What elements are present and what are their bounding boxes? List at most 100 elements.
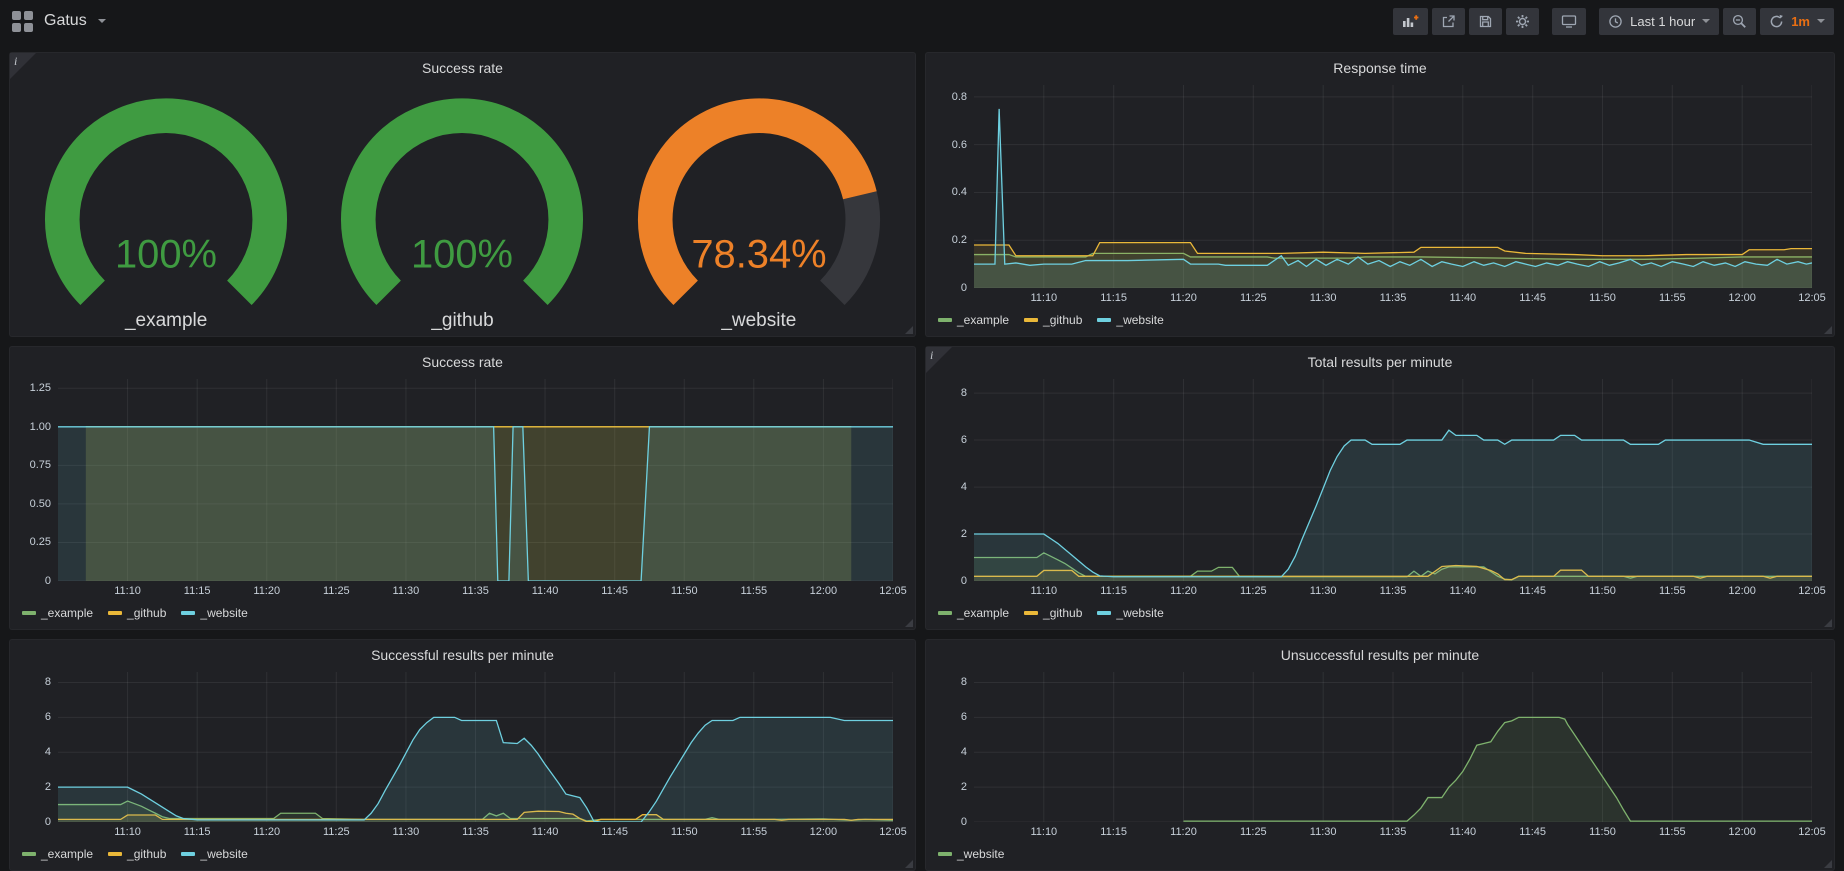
y-axis: 00.250.500.751.001.25 (18, 379, 58, 581)
zoom-out-time-range-button[interactable] (1723, 8, 1756, 35)
panel-resize-handle[interactable] (1824, 619, 1832, 627)
panel-title[interactable]: Unsuccessful results per minute (926, 640, 1834, 670)
x-tick-label: 11:15 (1100, 585, 1127, 597)
legend-item-_website[interactable]: _website (1097, 313, 1163, 327)
panel-info-corner[interactable]: i (926, 347, 952, 373)
chart-plot-area[interactable] (974, 672, 1812, 822)
x-tick-label: 11:40 (532, 826, 559, 838)
gauge-arc: 100% (33, 97, 299, 310)
legend-item-_example[interactable]: _example (22, 847, 93, 861)
x-tick-label: 11:15 (184, 826, 211, 838)
legend-item-_website[interactable]: _website (181, 606, 247, 620)
time-range-picker-button[interactable]: Last 1 hour (1599, 8, 1719, 35)
panel-resize-handle[interactable] (1824, 860, 1832, 868)
panel-title[interactable]: Successful results per minute (10, 640, 915, 670)
chart-legend: _example _github _website (934, 308, 1826, 332)
x-tick-label: 11:15 (184, 585, 211, 597)
legend-series-name: _example (957, 606, 1009, 620)
chart-plot-area[interactable] (58, 379, 893, 581)
gauge-arc: 100% (329, 97, 595, 310)
caret-down-icon (1817, 19, 1825, 23)
legend-item-_website[interactable]: _website (1097, 606, 1163, 620)
save-dashboard-button[interactable] (1469, 8, 1502, 35)
panel-total-results-per-minute: i Total results per minute 02468 11:1011… (925, 346, 1835, 630)
panel-title[interactable]: Response time (926, 53, 1834, 83)
x-tick-label: 12:00 (1728, 292, 1756, 304)
gauge-value: 100% (115, 232, 217, 276)
add-panel-button[interactable] (1393, 8, 1428, 35)
y-tick-label: 0.25 (30, 536, 51, 548)
y-tick-label: 6 (961, 434, 967, 446)
x-tick-label: 11:50 (1589, 826, 1616, 838)
y-tick-label: 4 (961, 746, 967, 758)
panel-title[interactable]: Total results per minute (926, 347, 1834, 377)
x-tick-label: 12:05 (1798, 292, 1826, 304)
x-tick-label: 11:50 (671, 585, 698, 597)
legend-item-_github[interactable]: _github (108, 847, 166, 861)
grid-logo-icon (12, 11, 33, 32)
chart-legend: _example _github _website (934, 601, 1826, 625)
chart-plot-area[interactable] (58, 672, 893, 822)
panel-title[interactable]: Success rate (10, 347, 915, 377)
series-fill-_website (58, 717, 893, 822)
share-dashboard-button[interactable] (1432, 8, 1465, 35)
panel-unsuccessful-results-per-minute: Unsuccessful results per minute 02468 11… (925, 639, 1835, 871)
panel-resize-handle[interactable] (905, 326, 913, 334)
series-fill-_website (1184, 717, 1813, 822)
legend-item-_example[interactable]: _example (22, 606, 93, 620)
legend-item-_example[interactable]: _example (938, 606, 1009, 620)
clock-icon (1608, 14, 1623, 29)
x-tick-label: 11:25 (323, 585, 350, 597)
y-tick-label: 1.00 (30, 421, 51, 433)
time-series-chart: 02468 11:1011:1511:2011:2511:3011:3511:4… (18, 672, 907, 866)
y-tick-label: 4 (961, 481, 967, 493)
settings-gear-icon (1515, 14, 1530, 29)
chart-legend: _example _github _website (18, 601, 907, 625)
legend-item-_website[interactable]: _website (181, 847, 247, 861)
x-tick-label: 12:00 (810, 585, 838, 597)
x-tick-label: 12:00 (810, 826, 838, 838)
x-tick-label: 11:20 (253, 826, 280, 838)
gauge-value: 100% (411, 232, 513, 276)
legend-item-_website[interactable]: _website (938, 847, 1004, 861)
x-tick-label: 11:40 (1449, 292, 1476, 304)
x-axis: 11:1011:1511:2011:2511:3011:3511:4011:45… (974, 581, 1812, 601)
legend-series-name: _example (41, 847, 93, 861)
gauge-arc: 78.34% (626, 97, 892, 310)
caret-down-icon (1702, 19, 1710, 23)
legend-item-_github[interactable]: _github (1024, 313, 1082, 327)
x-tick-label: 11:55 (1659, 292, 1686, 304)
legend-series-name: _website (200, 847, 247, 861)
chart-plot-area[interactable] (974, 379, 1812, 581)
panel-resize-handle[interactable] (1824, 326, 1832, 334)
panel-info-corner[interactable]: i (10, 53, 36, 79)
legend-item-_github[interactable]: _github (108, 606, 166, 620)
panel-response-time: Response time 00.20.40.60.8 11:1011:1511… (925, 52, 1835, 337)
gauge-endpoint-label: _example (33, 310, 299, 332)
chart-plot-area[interactable] (974, 85, 1812, 288)
x-tick-label: 12:00 (1728, 826, 1756, 838)
panel-title[interactable]: Success rate (10, 53, 915, 83)
y-tick-label: 2 (961, 528, 967, 540)
x-tick-label: 11:25 (323, 826, 350, 838)
panel-resize-handle[interactable] (905, 860, 913, 868)
x-tick-label: 11:50 (671, 826, 698, 838)
refresh-picker-button[interactable]: 1m (1760, 8, 1834, 35)
x-tick-label: 11:20 (1170, 292, 1197, 304)
x-axis: 11:1011:1511:2011:2511:3011:3511:4011:45… (58, 822, 893, 842)
cycle-view-mode-button[interactable] (1552, 8, 1586, 35)
panel-resize-handle[interactable] (905, 619, 913, 627)
y-axis: 02468 (934, 672, 974, 822)
legend-item-_github[interactable]: _github (1024, 606, 1082, 620)
x-tick-label: 12:05 (879, 826, 907, 838)
x-tick-label: 11:55 (740, 826, 767, 838)
gauge-endpoint-label: _github (329, 310, 595, 332)
dashboard-settings-button[interactable] (1506, 8, 1539, 35)
y-tick-label: 0.8 (952, 91, 967, 103)
legend-item-_example[interactable]: _example (938, 313, 1009, 327)
x-tick-label: 11:55 (1659, 826, 1686, 838)
dashboard-title-menu[interactable]: Gatus (12, 11, 106, 32)
x-tick-label: 11:15 (1100, 826, 1127, 838)
y-tick-label: 1.25 (30, 382, 51, 394)
dashboard-title: Gatus (44, 12, 87, 30)
